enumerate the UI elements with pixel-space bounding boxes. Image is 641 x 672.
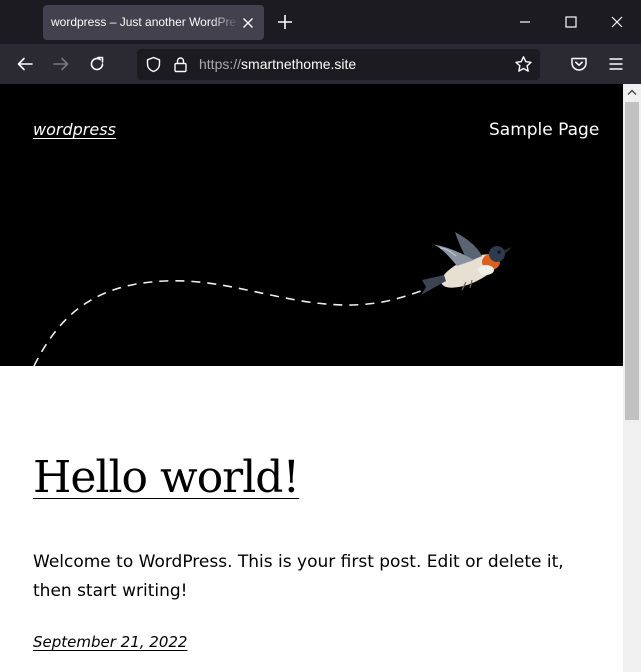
site-title-link[interactable]: wordpress: [33, 120, 116, 139]
shield-icon[interactable]: [145, 56, 162, 73]
page-content: wordpress Sample Page Hello world! Welco…: [0, 84, 623, 672]
url-host: smartnethome.site: [241, 56, 357, 72]
maximize-icon[interactable]: [561, 12, 581, 32]
post-excerpt: Welcome to WordPress. This is your first…: [33, 552, 564, 601]
post-date-link[interactable]: September 21, 2022: [33, 633, 187, 651]
nav-toolbar: https://smartnethome.site: [0, 44, 641, 84]
address-bar[interactable]: https://smartnethome.site: [137, 49, 540, 80]
tab-title: wordpress – Just another WordPress site: [51, 15, 239, 29]
tab-strip: wordpress – Just another WordPress site: [0, 0, 641, 44]
forward-arrow-icon[interactable]: [51, 54, 71, 74]
scroll-up-arrow-icon[interactable]: [623, 84, 641, 101]
scrollbar-thumb[interactable]: [625, 102, 639, 420]
star-icon[interactable]: [514, 55, 533, 74]
plus-icon[interactable]: [276, 13, 294, 31]
vertical-scrollbar[interactable]: [623, 84, 641, 672]
back-arrow-icon[interactable]: [15, 54, 35, 74]
minimize-icon[interactable]: [515, 12, 535, 32]
hamburger-menu-icon[interactable]: [606, 54, 626, 74]
active-tab[interactable]: wordpress – Just another WordPress site: [43, 5, 264, 40]
window-close-icon[interactable]: [607, 12, 627, 32]
pocket-icon[interactable]: [569, 54, 589, 74]
post-title-link[interactable]: Hello world!: [33, 452, 300, 503]
url-field[interactable]: https://smartnethome.site: [199, 49, 356, 80]
url-scheme: https://: [199, 56, 242, 72]
lock-icon[interactable]: [172, 56, 189, 73]
site-header: wordpress Sample Page: [0, 84, 623, 366]
nav-link-sample-page[interactable]: Sample Page: [489, 120, 599, 140]
close-icon[interactable]: [240, 15, 256, 31]
reload-icon[interactable]: [87, 54, 107, 74]
